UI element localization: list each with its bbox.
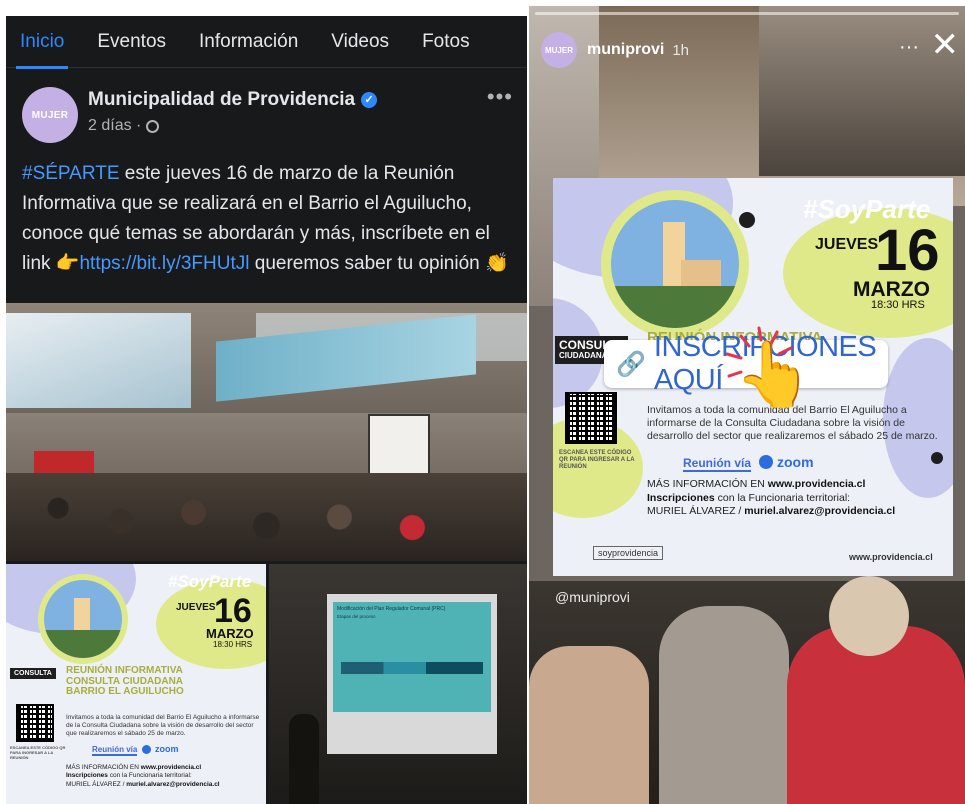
flyer-info-large: MÁS INFORMACIÓN EN www.providencia.cl In… xyxy=(647,478,947,519)
zoom-label-large: zoom xyxy=(777,454,814,470)
info-url-large: www.providencia.cl xyxy=(767,478,866,490)
tab-informacion[interactable]: Información xyxy=(199,31,298,53)
contact-name: MURIEL ÁLVAREZ / xyxy=(66,780,127,788)
flyer-info: MÁS INFORMACIÓN EN www.providencia.cl In… xyxy=(66,764,261,789)
verified-badge-icon: ✓ xyxy=(361,92,378,108)
tab-eventos[interactable]: Eventos xyxy=(97,31,166,53)
post-photo-flyer[interactable]: #SoyParte JUEVES 16 MARZO 18:30 HRS CONS… xyxy=(6,564,266,804)
story-progress-bar xyxy=(535,12,959,15)
inscripciones-text: con la Funcionaria territorial: xyxy=(107,772,192,780)
flyer-scan-text-large: ESCANEA ESTE CÓDIGO QR PARA INGRESAR A L… xyxy=(559,450,635,471)
contact-email: muriel.alvarez@providencia.cl xyxy=(126,780,220,788)
footer-url: www.providencia.cl xyxy=(849,552,933,562)
projection-title: Modificación del Plan Regulador Comunal … xyxy=(337,606,446,612)
facebook-tab-bar: Inicio Eventos Información Videos Fotos xyxy=(6,16,527,69)
page-avatar[interactable]: MUJER xyxy=(22,87,78,143)
inscripciones-label: Inscripciones xyxy=(66,772,108,780)
flyer-day: JUEVES xyxy=(176,602,216,613)
avatar-text: MUJER xyxy=(31,109,69,121)
projection-subtitle: Etapas del proceso xyxy=(337,614,376,619)
contact-name-large: MURIEL ÁLVAREZ / xyxy=(647,505,745,518)
post-url-link[interactable]: https://bit.ly/3FHUtJl xyxy=(79,253,249,274)
screenshot-collage: Inicio Eventos Información Videos Fotos … xyxy=(0,0,965,804)
qr-code-large xyxy=(565,392,617,444)
story-more-icon[interactable]: ··· xyxy=(899,36,919,59)
flyer-title-line-3: BARRIO EL AGUILUCHO xyxy=(66,686,184,697)
tab-videos[interactable]: Videos xyxy=(331,31,389,53)
inscripciones-label-large: Inscripciones xyxy=(647,491,715,504)
zoom-logo-large: zoom xyxy=(759,454,814,470)
consulta-logo: CONSULTA xyxy=(10,668,56,679)
flyer-body: Invitamos a toda la comunidad del Barrio… xyxy=(66,714,260,738)
post-header: MUJER Municipalidad de Providencia ✓ 2 d… xyxy=(6,68,527,143)
projection-slide: Modificación del Plan Regulador Comunal … xyxy=(333,602,491,712)
pointing-hand-icon: 👉 xyxy=(55,253,80,274)
flyer-title-line-1: REUNIÓN INFORMATIVA xyxy=(66,665,183,676)
link-icon: 🔗 xyxy=(616,350,646,378)
tab-inicio[interactable]: Inicio xyxy=(15,31,69,69)
reunion-via-label: Reunión vía xyxy=(92,745,138,756)
flyer-small: #SoyParte JUEVES 16 MARZO 18:30 HRS CONS… xyxy=(6,564,266,804)
clapping-hands-icon: 👏 xyxy=(485,253,509,274)
page-name[interactable]: Municipalidad de Providencia ✓ xyxy=(88,89,378,111)
close-icon[interactable]: ✕ xyxy=(931,28,960,62)
info-label: MÁS INFORMACIÓN EN xyxy=(66,764,141,771)
flyer-scan-text: ESCANEA ESTE CÓDIGO QR PARA INGRESAR A L… xyxy=(10,745,66,760)
page-name-label: Municipalidad de Providencia xyxy=(88,89,356,110)
inscripciones-text-large: con la Funcionaria territorial: xyxy=(714,491,851,504)
post-photo-projection[interactable]: Modificación del Plan Regulador Comunal … xyxy=(269,564,527,804)
flyer-date-number-large: 16 xyxy=(875,218,940,283)
flyer-time: 18:30 HRS xyxy=(213,640,253,649)
story-username[interactable]: muniprovi xyxy=(587,41,664,59)
globe-icon xyxy=(146,119,160,133)
tab-fotos[interactable]: Fotos xyxy=(422,31,470,53)
facebook-post: Inicio Eventos Información Videos Fotos … xyxy=(6,16,527,804)
info-label-large: MÁS INFORMACIÓN EN xyxy=(647,478,768,490)
more-options-icon[interactable]: ••• xyxy=(487,84,513,110)
hashtag-link[interactable]: #SÉPARTE xyxy=(22,163,120,184)
instagram-story: MUJER muniprovi 1h ··· ✕ #SoyParte JUEVE… xyxy=(529,6,965,804)
post-photo-meeting[interactable] xyxy=(6,303,527,561)
flyer-hashtag: #SoyParte xyxy=(168,572,252,591)
contact-email-large: muriel.alvarez@providencia.cl xyxy=(744,505,896,518)
flyer-month: MARZO xyxy=(206,626,254,641)
story-time: 1h xyxy=(672,41,690,59)
story-avatar-text: MUJER xyxy=(544,45,573,55)
post-text: #SÉPARTE este jueves 16 de marzo de la R… xyxy=(6,143,527,279)
consulta-logo-text: CONSULTA xyxy=(14,670,52,677)
reunion-via-label-large: Reunión vía xyxy=(683,456,752,472)
flyer-time-large: 18:30 HRS xyxy=(871,299,925,311)
post-meta: 2 días · xyxy=(88,117,377,135)
story-mention[interactable]: @muniprovi xyxy=(555,589,630,605)
flyer-title: REUNIÓN INFORMATIVA CONSULTA CIUDADANA B… xyxy=(66,665,184,698)
post-timestamp[interactable]: 2 días · xyxy=(88,117,141,135)
info-url: www.providencia.cl xyxy=(140,764,202,771)
story-avatar[interactable]: MUJER xyxy=(541,32,577,68)
zoom-label: zoom xyxy=(155,744,179,754)
flyer-day-large: JUEVES xyxy=(815,236,879,253)
zoom-logo: zoom xyxy=(142,744,179,754)
qr-code xyxy=(16,704,54,742)
post-text-part-2: queremos saber tu opinión xyxy=(249,253,486,274)
soyprovidencia-logo: soyprovidencia xyxy=(593,546,664,560)
pointer-hand-icon: 👆 xyxy=(734,338,814,410)
story-header: MUJER muniprovi 1h xyxy=(541,32,689,68)
